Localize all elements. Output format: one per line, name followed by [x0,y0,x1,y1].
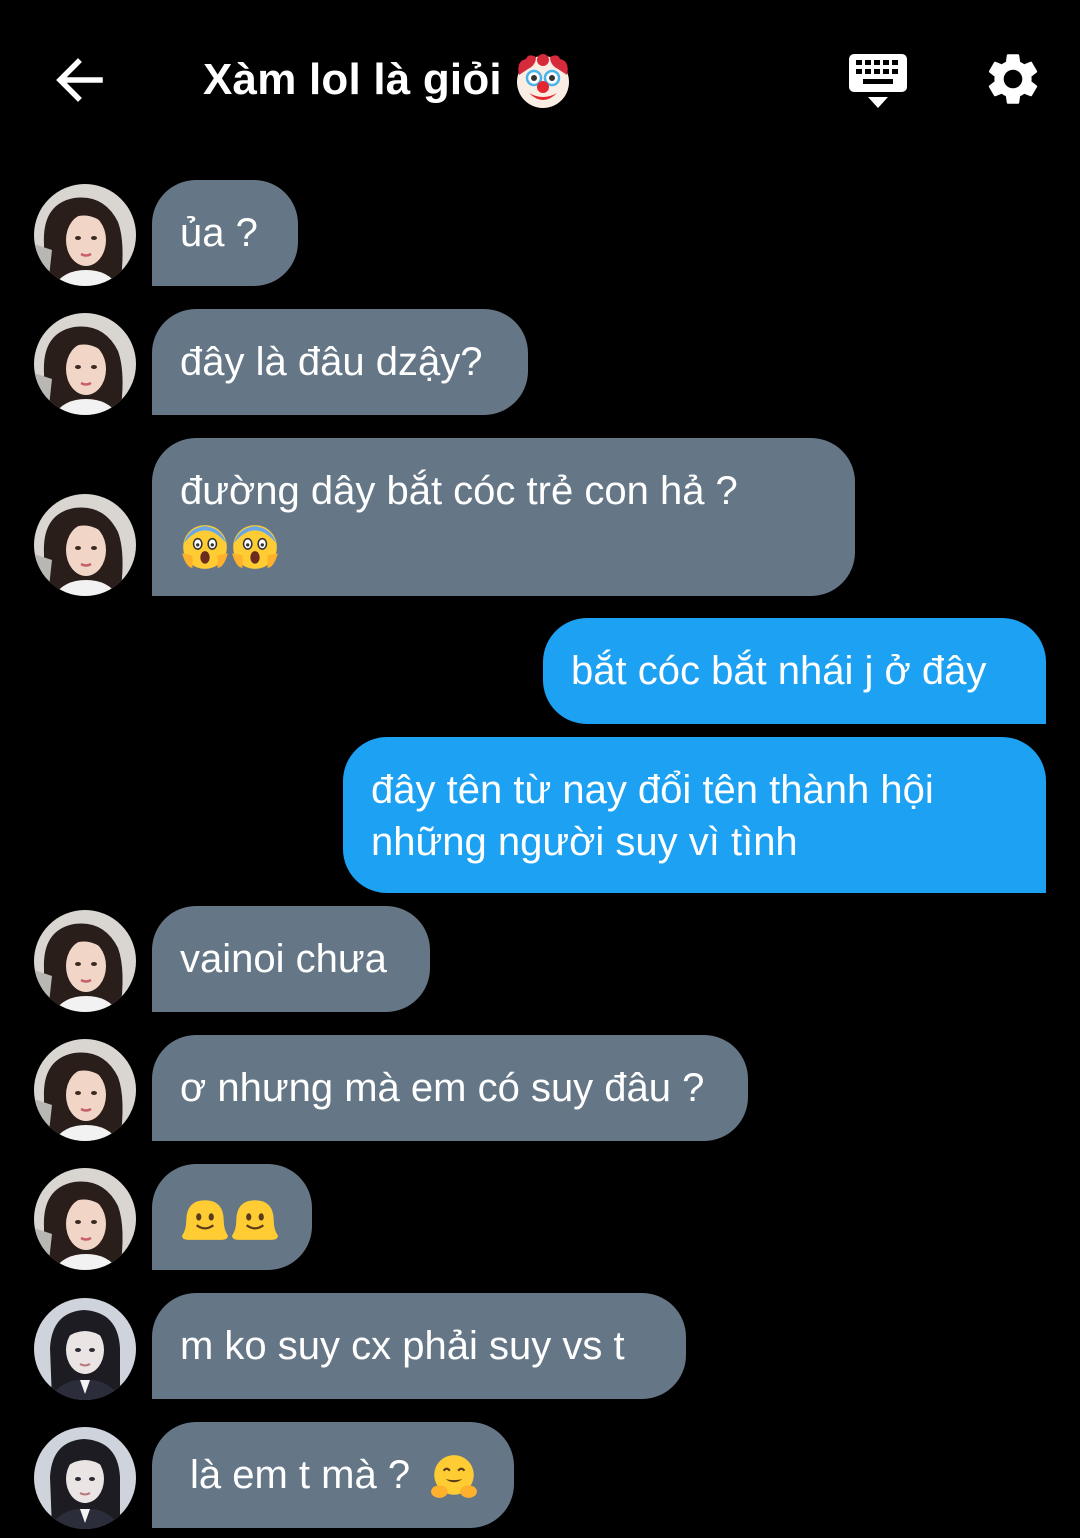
sender-avatar[interactable] [34,1039,136,1141]
keyboard-toggle-button[interactable] [846,50,910,112]
message-bubble-incoming[interactable] [152,1164,312,1270]
face-screaming-in-fear-icon [180,522,230,572]
sender-avatar[interactable] [34,1427,136,1529]
message-text: vainoi chưa [180,937,387,981]
message-text: là em t mà ? [190,1453,411,1497]
sender-avatar[interactable] [34,494,136,596]
message-bubble-incoming[interactable]: ơ nhưng mà em có suy đâu ? [152,1035,748,1141]
back-button[interactable] [50,50,110,110]
face-screaming-in-fear-icon [230,522,280,572]
message-text: bắt cóc bắt nhái j ở đây [571,649,987,693]
conversation-title: Xàm lol là giỏi [203,50,572,110]
chat-header: Xàm lol là giỏi [0,0,1080,160]
hugging-face-icon [429,1452,479,1502]
message-text: ủa ? [180,211,258,255]
message-bubble-outgoing[interactable]: đây tên từ nay đổi tên thành hội những n… [343,737,1046,893]
message-emoji-row [180,519,827,572]
message-text-line: đây tên từ nay đổi tên thành hội [371,768,934,812]
arrow-left-icon [56,58,103,102]
chat-screen: Xàm lol là giỏi ủa ? đây là đâu dzậy? đư… [0,0,1080,1538]
sender-avatar[interactable] [34,910,136,1012]
message-bubble-outgoing[interactable]: bắt cóc bắt nhái j ở đây [543,618,1046,724]
message-bubble-incoming[interactable]: đây là đâu dzậy? [152,309,528,415]
conversation-title-text: Xàm lol là giỏi [203,55,502,104]
message-text: ơ nhưng mà em có suy đâu ? [180,1066,705,1110]
message-bubble-incoming[interactable]: ủa ? [152,180,298,286]
message-text-line: những người suy vì tình [371,820,798,864]
sender-avatar[interactable] [34,1298,136,1400]
sender-avatar[interactable] [34,313,136,415]
sender-avatar[interactable] [34,1168,136,1270]
gear-icon [988,54,1038,104]
clown-face-icon [514,51,572,109]
message-bubble-incoming[interactable]: đường dây bắt cóc trẻ con hả ? [152,438,855,596]
melting-face-icon [180,1194,230,1244]
melting-face-icon [230,1194,280,1244]
settings-button[interactable] [982,48,1044,110]
message-text: m ko suy cx phải suy vs t [180,1324,625,1368]
message-bubble-incoming[interactable]: là em t mà ? [152,1422,514,1528]
keyboard-icon [849,54,907,108]
message-bubble-incoming[interactable]: vainoi chưa [152,906,430,1012]
message-emoji-row [180,1195,280,1239]
message-text: đây là đâu dzậy? [180,340,483,384]
message-text: đường dây bắt cóc trẻ con hả ? [180,469,738,513]
message-bubble-incoming[interactable]: m ko suy cx phải suy vs t [152,1293,686,1399]
sender-avatar[interactable] [34,184,136,286]
